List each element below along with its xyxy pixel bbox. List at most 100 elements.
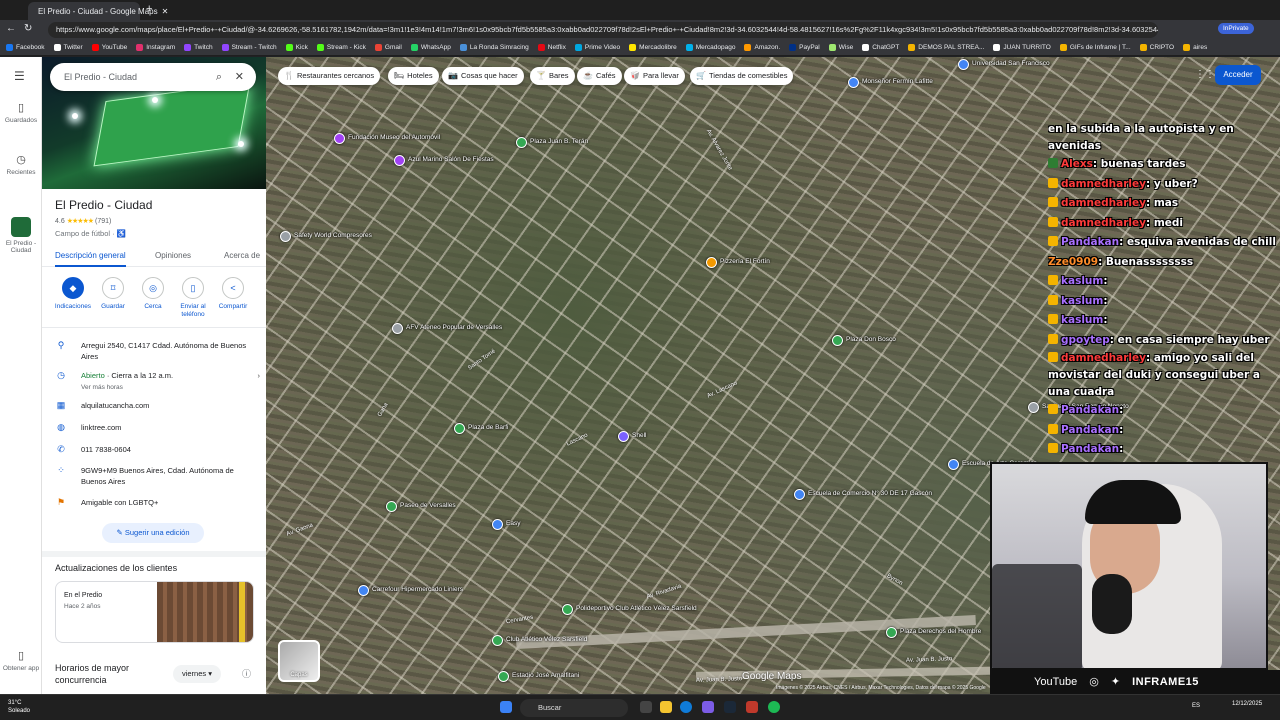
map-pin-icon[interactable]: [358, 585, 369, 596]
website-row[interactable]: ◍ linktree.com: [55, 422, 260, 433]
map-place-label[interactable]: Fundación Museo del Automóvil: [348, 134, 440, 141]
place-rating[interactable]: 4.6 ★★★★★ (791): [55, 217, 111, 225]
bookmark-item[interactable]: JUAN TURRITO: [993, 44, 1051, 51]
nearby-button[interactable]: ◎ Cerca: [133, 277, 173, 311]
bookmark-item[interactable]: ChatGPT: [862, 44, 899, 51]
app-icon[interactable]: [746, 701, 758, 713]
map-place-label[interactable]: Paseo de Versalles: [400, 502, 456, 509]
address-bar[interactable]: https://www.google.com/maps/place/El+Pre…: [48, 22, 1158, 38]
weather-widget[interactable]: 31°C Soleado: [8, 699, 30, 715]
map-pin-icon[interactable]: [886, 627, 897, 638]
category-chip[interactable]: 🥡 Para llevar: [624, 67, 685, 85]
map-pin-icon[interactable]: [618, 431, 629, 442]
bookmark-item[interactable]: Facebook: [6, 44, 45, 51]
map-pin-icon[interactable]: [386, 501, 397, 512]
bookmark-item[interactable]: Wise: [828, 44, 853, 51]
map-pin-icon[interactable]: [454, 423, 465, 434]
map-place-label[interactable]: Easy: [506, 520, 520, 527]
map-pin-icon[interactable]: [848, 77, 859, 88]
category-chip[interactable]: 🍴 Restaurantes cercanos: [278, 67, 381, 85]
map-pin-icon[interactable]: [492, 635, 503, 646]
map-place-label[interactable]: Plaza Derechos del Hombre: [900, 628, 981, 635]
task-view-icon[interactable]: [640, 701, 652, 713]
map-place-label[interactable]: Azul Marino Salón De Fiestas: [408, 156, 494, 163]
bookmark-item[interactable]: CRIPTO: [1139, 44, 1174, 51]
browser-tab-maps[interactable]: El Predio - Ciudad - Google Maps ✕: [28, 2, 168, 20]
share-button[interactable]: < Compartir: [213, 277, 253, 311]
directions-button[interactable]: ◆ Indicaciones: [53, 277, 93, 311]
bookmark-item[interactable]: aires: [1183, 44, 1207, 51]
bookmark-item[interactable]: Kick: [285, 44, 308, 51]
map-pin-icon[interactable]: [958, 59, 969, 70]
tab-reviews[interactable]: Opiniones: [155, 251, 191, 260]
bookmark-item[interactable]: Mercadolibre: [629, 44, 677, 51]
map-pin-icon[interactable]: [492, 519, 503, 530]
map-pin-icon[interactable]: [280, 231, 291, 242]
bookmark-item[interactable]: Mercadopago: [685, 44, 735, 51]
tab-overview[interactable]: Descripción general: [55, 251, 126, 267]
bookmark-item[interactable]: Gmail: [374, 44, 402, 51]
map-pin-icon[interactable]: [706, 257, 717, 268]
map-pin-icon[interactable]: [832, 335, 843, 346]
bookmark-item[interactable]: Amazon.: [744, 44, 780, 51]
bookmark-item[interactable]: Stream - Twitch: [221, 44, 277, 51]
booking-link[interactable]: alquilatucancha.com: [81, 400, 149, 411]
bookmark-item[interactable]: DEMOS PAL STREA...: [908, 44, 984, 51]
start-icon[interactable]: [500, 701, 512, 713]
send-to-phone-button[interactable]: ▯ Enviar al teléfono: [173, 277, 213, 319]
layers-button[interactable]: Capas: [278, 640, 320, 682]
steam-icon[interactable]: [724, 701, 736, 713]
map-pin-icon[interactable]: [1028, 402, 1039, 413]
map-place-label[interactable]: Pizzería El Fortín: [720, 258, 770, 265]
map-place-label[interactable]: Plaza de Barfi: [468, 424, 508, 431]
profile-badge[interactable]: InPrivate: [1218, 23, 1254, 34]
bookmark-item[interactable]: WhatsApp: [410, 44, 451, 51]
bookmark-item[interactable]: PayPal: [789, 44, 820, 51]
bookmark-item[interactable]: Prime Video: [574, 44, 620, 51]
plus-code-row[interactable]: ⁘ 9GW9+M9 Buenos Aires, Cdad. Autónoma d…: [55, 465, 260, 487]
taskbar-search[interactable]: Buscar: [520, 699, 628, 717]
help-icon[interactable]: ⓘ: [242, 667, 251, 680]
bookmark-item[interactable]: Stream - Kick: [316, 44, 366, 51]
website-row[interactable]: ▦ alquilatucancha.com: [55, 400, 260, 411]
more-hours-link[interactable]: Ver más horas: [81, 384, 123, 391]
category-chip[interactable]: 🛏 Hoteles: [388, 67, 439, 85]
rail-place[interactable]: El Predio - Ciudad: [0, 217, 42, 254]
close-tab-icon[interactable]: ✕: [162, 7, 169, 16]
chevron-right-icon[interactable]: ›: [258, 370, 261, 393]
search-icon[interactable]: ⌕: [216, 63, 222, 91]
map-place-label[interactable]: Plaza Don Bosco: [846, 336, 896, 343]
search-input[interactable]: El Predio - Ciudad ⌕ ✕: [50, 63, 256, 91]
address-row[interactable]: ⚲ Arregui 2540, C1417 Cdad. Autónoma de …: [55, 340, 260, 362]
customer-update-card[interactable]: En el Predio Hace 2 años: [55, 581, 254, 643]
map-pin-icon[interactable]: [392, 323, 403, 334]
bookmark-item[interactable]: Twitch: [184, 44, 213, 51]
map-place-label[interactable]: Club Atlético Vélez Sarsfield: [506, 636, 587, 643]
back-arrow-icon[interactable]: ←: [6, 23, 16, 34]
rail-recent[interactable]: ◷ Recientes: [0, 153, 42, 176]
map-place-label[interactable]: Escuela de Comercio N° 30 DE 17 Gascón: [808, 490, 932, 497]
update-photo[interactable]: [157, 582, 253, 642]
map-place-label[interactable]: Polideportivo Club Atlético Vélez Sarsfi…: [576, 605, 697, 612]
map-place-label[interactable]: Safety World Compresores: [294, 232, 372, 239]
map-place-label[interactable]: Universidad San Francisco: [972, 60, 1050, 67]
map-place-label[interactable]: AFV Ateneo Popular de Versalles: [406, 324, 502, 331]
reload-icon[interactable]: ↻: [24, 23, 32, 34]
language-indicator[interactable]: ES: [1192, 703, 1200, 709]
map-pin-icon[interactable]: [498, 671, 509, 682]
category-chip[interactable]: 📷 Cosas que hacer: [442, 67, 524, 85]
map-place-label[interactable]: Estadio José Amalfitani: [512, 672, 579, 679]
bookmark-item[interactable]: Twitter: [53, 44, 83, 51]
rail-get-app[interactable]: ▯ Obtener app: [0, 649, 42, 672]
phone-row[interactable]: ✆ 011 7838-0604: [55, 444, 260, 455]
map-place-label[interactable]: Shell: [632, 432, 646, 439]
map-pin-icon[interactable]: [334, 133, 345, 144]
hours-row[interactable]: ◷ Abierto · Cierra a la 12 a.m. Ver más …: [55, 370, 260, 393]
bookmark-item[interactable]: La Ronda Simracing: [459, 44, 529, 51]
spotify-icon[interactable]: [768, 701, 780, 713]
clock[interactable]: 12/12/2025: [1232, 700, 1262, 708]
website-link[interactable]: linktree.com: [81, 422, 121, 433]
map-pin-icon[interactable]: [394, 155, 405, 166]
rail-saved[interactable]: ▯ Guardados: [0, 101, 42, 124]
tab-about[interactable]: Acerca de: [224, 251, 260, 260]
